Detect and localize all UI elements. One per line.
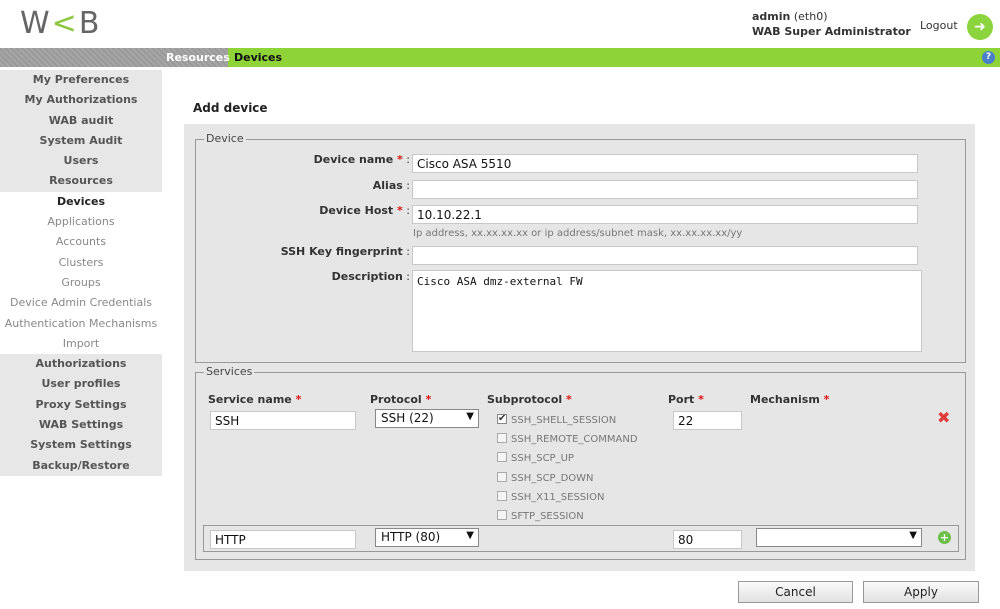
sidebar-item-devices[interactable]: Devices xyxy=(0,191,162,213)
checkbox-icon[interactable] xyxy=(497,472,507,482)
user-interface: (eth0) xyxy=(793,10,828,23)
subprotocol-ssh-scp-up[interactable]: SSH_SCP_UP xyxy=(497,451,574,467)
checkbox-icon[interactable] xyxy=(497,510,507,520)
breadcrumb: Resources Devices xyxy=(0,48,1000,67)
subprotocol-sftp-session[interactable]: SFTP_SESSION xyxy=(497,509,584,525)
service-name-input-ssh[interactable]: SSH xyxy=(210,411,356,430)
sidebar-item-authorizations[interactable]: Authorizations xyxy=(0,354,162,375)
logout-link[interactable]: Logout xyxy=(920,19,958,32)
port-input-http[interactable]: 80 xyxy=(673,530,742,549)
device-host-hint: Ip address, xx.xx.xx.xx or ip address/su… xyxy=(413,228,743,239)
device-host-input[interactable]: 10.10.22.1 xyxy=(412,205,918,224)
sidebar-item-wab-settings[interactable]: WAB Settings xyxy=(0,415,162,436)
cancel-button[interactable]: Cancel xyxy=(738,581,853,603)
sidebar-item-accounts[interactable]: Accounts xyxy=(0,232,162,253)
sidebar-item-clusters[interactable]: Clusters xyxy=(0,252,162,273)
device-legend: Device xyxy=(204,132,246,145)
subprotocol-ssh-x11-session[interactable]: SSH_X11_SESSION xyxy=(497,490,604,506)
description-textarea[interactable]: Cisco ASA dmz-external FW xyxy=(412,270,922,352)
delete-x-icon[interactable]: ✖ xyxy=(937,408,950,427)
col-subprotocol: Subprotocol * xyxy=(487,393,572,406)
ssh-key-input[interactable] xyxy=(412,246,918,265)
sidebar-item-import[interactable]: Import xyxy=(0,333,162,355)
services-legend: Services xyxy=(204,365,255,378)
sidebar: My Preferences My Authorizations WAB aud… xyxy=(0,70,162,476)
description-label: Description : xyxy=(331,270,410,283)
wab-logo: W<B xyxy=(20,6,102,41)
checkbox-icon[interactable] xyxy=(497,452,507,462)
apply-button[interactable]: Apply xyxy=(863,581,979,603)
protocol-select-ssh[interactable]: SSH (22) ▼ xyxy=(375,409,479,428)
sidebar-item-wab-audit[interactable]: WAB audit xyxy=(0,110,162,131)
device-name-input[interactable]: Cisco ASA 5510 xyxy=(412,154,918,173)
chevron-down-icon: ▼ xyxy=(466,411,474,422)
user-info: admin (eth0) WAB Super Administrator xyxy=(752,9,911,39)
service-name-input-http[interactable]: HTTP xyxy=(210,530,356,549)
sidebar-item-users[interactable]: Users xyxy=(0,151,162,172)
sidebar-item-my-authorizations[interactable]: My Authorizations xyxy=(0,90,162,111)
sidebar-item-system-settings[interactable]: System Settings xyxy=(0,435,162,456)
sidebar-item-resources[interactable]: Resources xyxy=(0,171,162,192)
chevron-down-icon: ▼ xyxy=(466,530,474,541)
col-service-name: Service name * xyxy=(208,393,302,406)
logout-arrow-icon[interactable]: ➜ xyxy=(967,14,993,40)
alias-input[interactable] xyxy=(412,180,918,199)
header: W<B admin (eth0) WAB Super Administrator… xyxy=(0,0,1000,48)
subprotocol-ssh-shell-session[interactable]: SSH_SHELL_SESSION xyxy=(497,411,616,429)
user-role: WAB Super Administrator xyxy=(752,25,911,38)
chevron-down-icon: ▼ xyxy=(909,530,917,541)
subprotocol-ssh-scp-down[interactable]: SSH_SCP_DOWN xyxy=(497,471,594,487)
breadcrumb-resources[interactable]: Resources xyxy=(166,51,230,64)
sidebar-item-backup-restore[interactable]: Backup/Restore xyxy=(0,455,162,476)
col-port: Port * xyxy=(668,393,704,406)
ssh-key-label: SSH Key fingerprint : xyxy=(280,245,410,258)
sidebar-item-applications[interactable]: Applications xyxy=(0,212,162,233)
device-host-label: Device Host * : xyxy=(319,204,410,217)
checkbox-icon[interactable] xyxy=(497,433,507,443)
breadcrumb-devices: Devices xyxy=(234,51,283,64)
checkbox-checked-icon[interactable] xyxy=(497,411,507,427)
sidebar-item-system-audit[interactable]: System Audit xyxy=(0,130,162,152)
col-protocol: Protocol * xyxy=(370,393,432,406)
sidebar-item-proxy-settings[interactable]: Proxy Settings xyxy=(0,394,162,416)
device-name-label: Device name * : xyxy=(313,153,410,166)
sidebar-item-user-profiles[interactable]: User profiles xyxy=(0,374,162,395)
col-mechanism: Mechanism * xyxy=(750,393,830,406)
page-title: Add device xyxy=(193,101,268,115)
sidebar-item-authentication-mechanisms[interactable]: Authentication Mechanisms xyxy=(0,313,162,334)
sidebar-item-my-preferences[interactable]: My Preferences xyxy=(0,70,162,91)
mechanism-select-http[interactable]: ▼ xyxy=(756,528,922,547)
subprotocol-ssh-remote-command[interactable]: SSH_REMOTE_COMMAND xyxy=(497,432,638,448)
sidebar-item-device-admin-credentials[interactable]: Device Admin Credentials xyxy=(0,293,162,314)
help-icon[interactable]: ? xyxy=(982,51,995,64)
username: admin xyxy=(752,10,791,23)
alias-label: Alias : xyxy=(372,179,410,192)
add-plus-icon[interactable]: + xyxy=(938,531,951,544)
port-input-ssh[interactable]: 22 xyxy=(673,411,742,430)
sidebar-item-groups[interactable]: Groups xyxy=(0,272,162,294)
protocol-select-http[interactable]: HTTP (80) ▼ xyxy=(375,528,479,547)
checkbox-icon[interactable] xyxy=(497,491,507,501)
